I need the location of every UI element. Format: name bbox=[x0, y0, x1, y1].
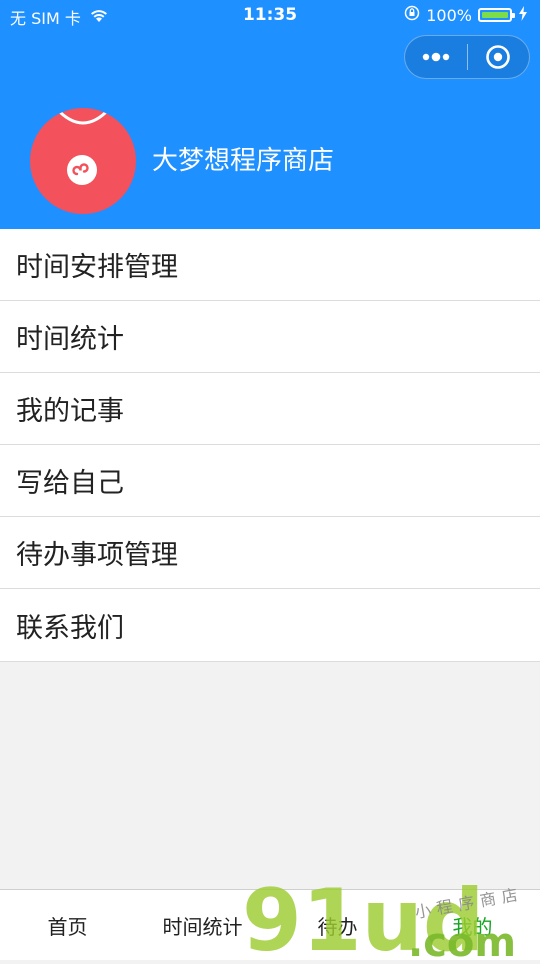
avatar[interactable] bbox=[30, 108, 136, 214]
tab-mine[interactable]: 我的 bbox=[405, 890, 540, 960]
menu-item-label: 待办事项管理 bbox=[16, 540, 178, 571]
tab-todo[interactable]: 待办 bbox=[270, 890, 405, 960]
close-target-icon[interactable] bbox=[467, 36, 529, 78]
menu-item-contact-us[interactable]: 联系我们 bbox=[0, 589, 540, 662]
menu-item-write-to-self[interactable]: 写给自己 bbox=[0, 445, 540, 517]
menu-list: 时间安排管理 时间统计 我的记事 写给自己 待办事项管理 联系我们 bbox=[0, 229, 540, 662]
tab-home[interactable]: 首页 bbox=[0, 890, 135, 960]
battery-percent: 100% bbox=[426, 5, 472, 25]
tab-time-statistics[interactable]: 时间统计 bbox=[135, 890, 270, 960]
mini-program-logo-icon bbox=[54, 108, 112, 185]
battery-fill bbox=[482, 12, 508, 18]
shop-name: 大梦想程序商店 bbox=[152, 146, 335, 176]
capsule-menu bbox=[404, 35, 530, 79]
charging-icon bbox=[518, 5, 528, 25]
menu-item-label: 时间安排管理 bbox=[16, 252, 178, 283]
menu-item-todo-management[interactable]: 待办事项管理 bbox=[0, 517, 540, 589]
battery-icon bbox=[478, 8, 515, 22]
status-right: 100% bbox=[404, 5, 528, 25]
more-dots-icon[interactable] bbox=[405, 36, 467, 78]
orientation-lock-icon bbox=[404, 5, 420, 25]
menu-item-label: 我的记事 bbox=[16, 396, 124, 427]
menu-item-time-statistics[interactable]: 时间统计 bbox=[0, 301, 540, 373]
menu-item-schedule-management[interactable]: 时间安排管理 bbox=[0, 229, 540, 301]
menu-item-my-notes[interactable]: 我的记事 bbox=[0, 373, 540, 445]
menu-item-label: 时间统计 bbox=[16, 324, 124, 355]
menu-item-label: 写给自己 bbox=[16, 468, 124, 499]
menu-item-label: 联系我们 bbox=[16, 612, 124, 644]
header: 无 SIM 卡 11:35 100% 大梦想程序商店 bbox=[0, 0, 540, 229]
status-bar: 无 SIM 卡 11:35 100% bbox=[0, 0, 540, 30]
tab-bar: 首页 时间统计 待办 我的 bbox=[0, 889, 540, 960]
